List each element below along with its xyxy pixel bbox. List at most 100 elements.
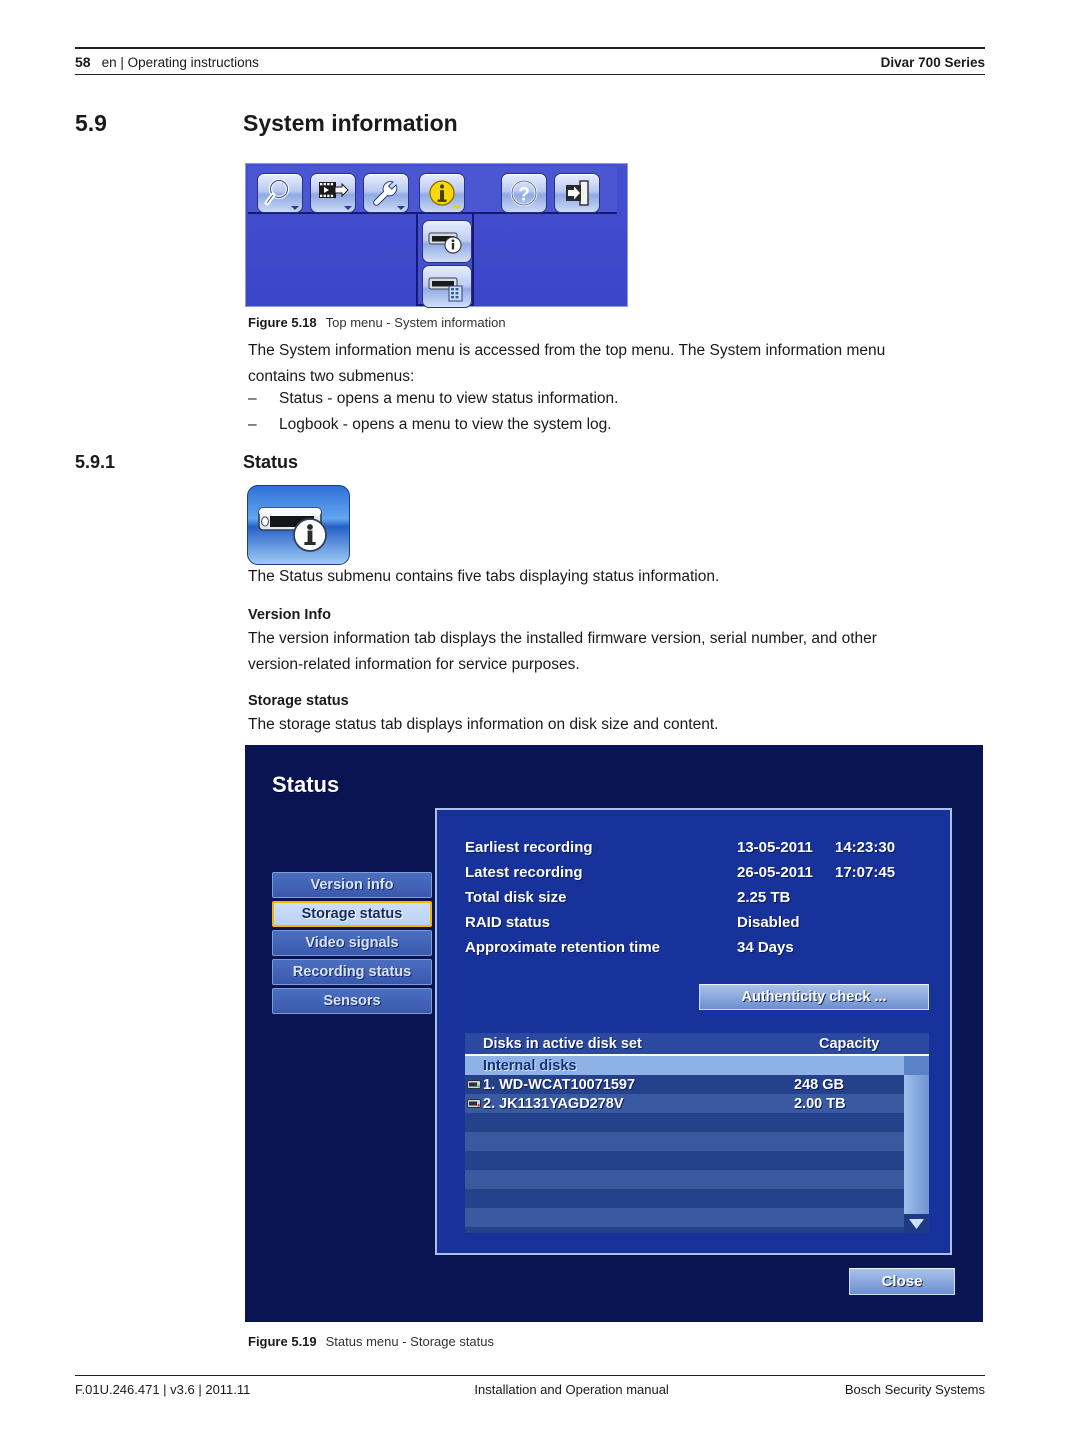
info-label: Total disk size [465, 889, 567, 906]
list-item: – Logbook - opens a menu to view the sys… [248, 412, 984, 438]
info-value-time: 17:07:45 [835, 864, 896, 881]
status-device-icon-glyph [428, 232, 462, 254]
disk-table-header: Disks in active disk set Capacity [465, 1033, 929, 1056]
osd-title: Status [272, 772, 340, 797]
status-menu-screenshot: Status Version info Storage status Video… [245, 745, 983, 1322]
search-icon[interactable] [257, 173, 303, 213]
scrollbar-track-top [904, 1056, 929, 1075]
playback-film-icon[interactable] [310, 173, 356, 213]
bullet-text: Logbook - opens a menu to view the syste… [279, 416, 612, 433]
intro-line-1: The System information menu is accessed … [248, 342, 886, 359]
info-row-raid-status: RAID status Disabled [465, 910, 925, 935]
table-row[interactable]: 2. JK1131YAGD278V 2.00 TB [465, 1094, 904, 1113]
disk-name: 2. JK1131YAGD278V [483, 1095, 624, 1112]
section-heading-5-9-1: 5.9.1 Status [75, 452, 298, 473]
close-button[interactable]: Close [849, 1268, 955, 1295]
info-value: Disabled [737, 914, 800, 931]
status-tab-list: Version info Storage status Video signal… [272, 872, 432, 1017]
info-value-time: 14:23:30 [835, 839, 896, 856]
version-info-heading: Version Info [248, 607, 331, 623]
figure-text: Top menu - System information [325, 315, 506, 330]
info-row-total-disk-size: Total disk size 2.25 TB [465, 885, 925, 910]
intro-paragraph: The System information menu is accessed … [248, 338, 984, 390]
storage-info-list: Earliest recording 13-05-2011 14:23:30 L… [465, 835, 925, 960]
chevron-down-icon [344, 206, 352, 210]
version-info-line-1: The version information tab displays the… [248, 630, 877, 647]
subsection-number: 5.9.1 [75, 452, 116, 472]
disk-group-row-internal[interactable]: Internal disks [465, 1056, 904, 1075]
disk-drive-icon-glyph [467, 1080, 481, 1089]
table-row-empty [465, 1170, 904, 1189]
system-information-info-icon[interactable] [419, 173, 465, 213]
tab-sensors[interactable]: Sensors [272, 988, 432, 1014]
figure-caption-5-19: Figure 5.19 Status menu - Storage status [248, 1334, 494, 1349]
header-rule-bottom [75, 74, 985, 75]
exit-door-icon[interactable] [554, 173, 600, 213]
figure-caption-5-18: Figure 5.18 Top menu - System informatio… [248, 315, 506, 330]
page-number: 58 [75, 54, 91, 70]
chevron-down-icon [397, 206, 405, 210]
section-number: 5.9 [75, 110, 107, 136]
header-row: 58 en | Operating instructions Divar 700… [75, 49, 985, 74]
tab-version-info[interactable]: Version info [272, 872, 432, 898]
subsection-title: Status [243, 452, 299, 472]
info-row-latest-recording: Latest recording 26-05-2011 17:07:45 [465, 860, 925, 885]
info-label: Approximate retention time [465, 939, 661, 956]
exit-icon-glyph [566, 180, 589, 206]
chevron-down-icon [453, 206, 461, 210]
table-row-empty [465, 1132, 904, 1151]
info-value: 34 Days [737, 939, 794, 956]
table-row[interactable]: 1. WD-WCAT10071597 248 GB [465, 1075, 904, 1094]
list-item: – Status - opens a menu to view status i… [248, 386, 984, 412]
chevron-down-icon-glyph [909, 1219, 924, 1229]
status-submenu-icon [247, 485, 350, 565]
disk-table-scrollbar[interactable] [904, 1056, 929, 1233]
tab-storage-status[interactable]: Storage status [272, 901, 432, 927]
version-info-line-2: version-related information for service … [248, 656, 580, 673]
product-name: Divar 700 Series [880, 55, 985, 70]
figure-label: Figure 5.18 [248, 315, 317, 330]
help-question-icon[interactable]: ? [501, 173, 547, 213]
top-menu-bar: ? [248, 166, 617, 214]
info-value-date: 13-05-2011 [737, 839, 813, 856]
disk-table: Disks in active disk set Capacity Intern… [465, 1033, 929, 1233]
logbook-device-icon-glyph [428, 277, 463, 302]
question-icon-glyph: ? [510, 179, 538, 207]
authenticity-check-button[interactable]: Authenticity check ... [699, 984, 929, 1010]
page-footer: F.01U.246.471 | v3.6 | 2011.11 Installat… [75, 1375, 985, 1397]
column-header-capacity: Capacity [819, 1035, 880, 1052]
disk-capacity: 248 GB [794, 1076, 844, 1093]
table-row-empty [465, 1189, 904, 1208]
scroll-down-arrow-icon[interactable] [904, 1214, 929, 1233]
footer-manual-title: Installation and Operation manual [474, 1382, 669, 1397]
wrench-configuration-icon[interactable] [363, 173, 409, 213]
figure-text: Status menu - Storage status [325, 1334, 495, 1349]
figure-label: Figure 5.19 [248, 1334, 317, 1349]
footer-company: Bosch Security Systems [844, 1382, 985, 1397]
svg-text:?: ? [518, 185, 530, 206]
status-device-info-icon-glyph [258, 507, 327, 552]
column-header-disks: Disks in active disk set [483, 1035, 642, 1052]
page-header: 58 en | Operating instructions Divar 700… [75, 47, 985, 75]
disk-capacity: 2.00 TB [794, 1095, 846, 1112]
footer-row: F.01U.246.471 | v3.6 | 2011.11 Installat… [75, 1376, 985, 1397]
scrollbar-thumb[interactable] [904, 1075, 929, 1214]
table-row-empty [465, 1227, 904, 1233]
top-menu-figure: ? [245, 163, 628, 308]
info-label: Earliest recording [465, 839, 593, 856]
table-row-empty [465, 1208, 904, 1227]
footer-document-id: F.01U.246.471 | v3.6 | 2011.11 [75, 1382, 251, 1397]
tab-recording-status[interactable]: Recording status [272, 959, 432, 985]
section-heading-5-9: 5.9 System information [75, 110, 458, 137]
disk-drive-icon-glyph [467, 1099, 481, 1108]
version-info-paragraph: The version information tab displays the… [248, 626, 984, 678]
tab-video-signals[interactable]: Video signals [272, 930, 432, 956]
chevron-down-icon [291, 206, 299, 210]
logbook-device-list-icon[interactable] [422, 265, 472, 308]
bullet-dash: – [248, 390, 257, 407]
info-label: Latest recording [465, 864, 583, 881]
disk-drive-icon [465, 1079, 483, 1090]
table-row-empty [465, 1113, 904, 1132]
info-label: RAID status [465, 914, 551, 931]
status-device-info-icon[interactable] [422, 220, 472, 263]
